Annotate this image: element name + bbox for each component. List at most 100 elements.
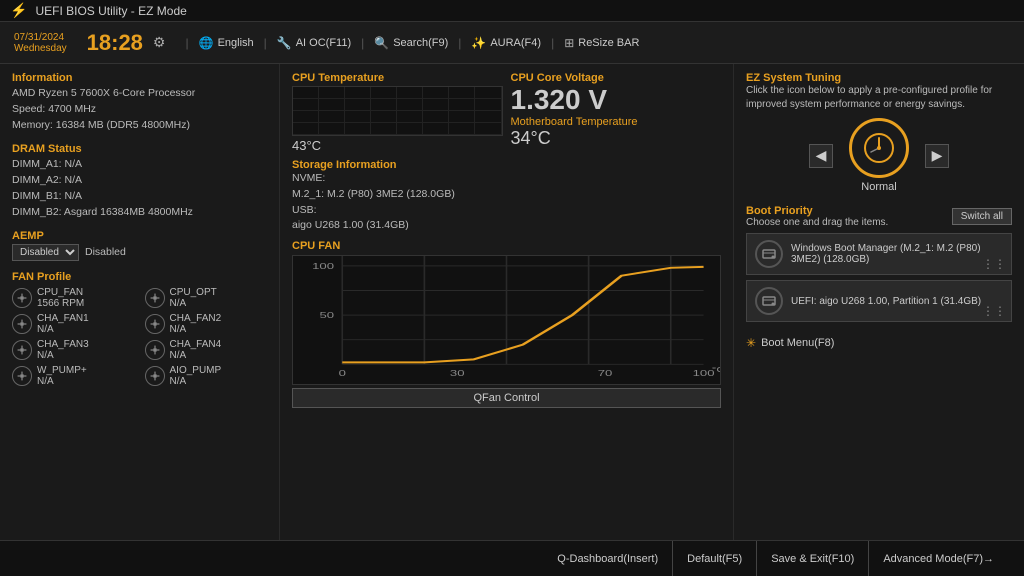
divider: |: [361, 36, 364, 50]
cpu-temp-chart: [292, 86, 503, 136]
svg-text:0: 0: [339, 370, 346, 379]
fan-item: CHA_FAN4 N/A: [145, 339, 268, 361]
boot-menu-star-icon: ✳: [746, 336, 756, 350]
memory-info: Memory: 16384 MB (DDR5 4800MHz): [12, 118, 267, 134]
boot-menu-label: Boot Menu(F8): [761, 337, 834, 349]
ez-next-button[interactable]: ▶: [925, 144, 949, 168]
aura-button[interactable]: ✨ AURA(F4): [471, 36, 541, 50]
fan-rpm: 1566 RPM: [37, 298, 84, 309]
ai-oc-label: AI OC(F11): [296, 37, 351, 49]
fan-item: CHA_FAN2 N/A: [145, 313, 268, 335]
mb-temp-value: 34°C: [511, 128, 722, 149]
q-dashboard-button[interactable]: Q-Dashboard(Insert): [543, 541, 673, 576]
cpu-voltage-label: CPU Core Voltage: [511, 72, 722, 84]
fan-icon: [145, 340, 165, 360]
boot-item-1-dots: ⋮⋮: [982, 257, 1006, 271]
fan-rpm: N/A: [37, 324, 89, 335]
svg-text:70: 70: [598, 370, 613, 379]
gauge-icon[interactable]: [849, 118, 909, 178]
cpu-temp-section: CPU Temperature: [292, 72, 503, 153]
day-display: Wednesday: [14, 43, 67, 54]
default-button[interactable]: Default(F5): [673, 541, 757, 576]
fan-item: W_PUMP+ N/A: [12, 365, 135, 387]
aemp-select[interactable]: Disabled: [12, 244, 79, 261]
fan-profile-title: FAN Profile: [12, 271, 267, 283]
boot-item-1[interactable]: Windows Boot Manager (M.2_1: M.2 (P80) 3…: [746, 233, 1012, 275]
information-section: Information AMD Ryzen 5 7600X 6-Core Pro…: [12, 72, 267, 133]
speedometer-icon: [861, 130, 897, 166]
divider: |: [264, 36, 267, 50]
fan-item: CPU_OPT N/A: [145, 287, 268, 309]
cpu-temp-value: 43°C: [292, 138, 321, 153]
fan-name: CPU_OPT: [170, 287, 217, 298]
fan-name: CPU_FAN: [37, 287, 84, 298]
fan-rpm: N/A: [170, 376, 222, 387]
switch-all-button[interactable]: Switch all: [952, 208, 1012, 225]
storage-label: Storage Information: [292, 159, 721, 171]
fan-name: W_PUMP+: [37, 365, 87, 376]
cpu-fan-section: CPU FAN 100 50: [292, 240, 721, 532]
cpu-voltage-value: 1.320 V: [511, 84, 608, 115]
fan-rpm: N/A: [170, 350, 222, 361]
fan-item: CHA_FAN3 N/A: [12, 339, 135, 361]
nvme-value: M.2_1: M.2 (P80) 3ME2 (128.0GB): [292, 187, 721, 203]
boot-priority-header: Boot Priority Choose one and drag the it…: [746, 205, 1012, 228]
right-panel: EZ System Tuning Click the icon below to…: [734, 64, 1024, 540]
ai-oc-button[interactable]: 🔧 AI OC(F11): [277, 36, 351, 50]
fan-name: CHA_FAN3: [37, 339, 89, 350]
ez-prev-button[interactable]: ◀: [809, 144, 833, 168]
language-selector[interactable]: 🌐 English: [199, 36, 254, 50]
fan-name: CHA_FAN2: [170, 313, 222, 324]
boot-item-2-text: UEFI: aigo U268 1.00, Partition 1 (31.4G…: [791, 296, 1003, 307]
fan-icon: [12, 288, 32, 308]
aemp-title: AEMP: [12, 230, 267, 242]
nvme-label: NVME:: [292, 171, 721, 187]
search-label: Search(F9): [393, 37, 448, 49]
cpu-voltage-section: CPU Core Voltage 1.320 V Motherboard Tem…: [511, 72, 722, 153]
app-title: UEFI BIOS Utility - EZ Mode: [35, 4, 186, 18]
ez-tuning-title: EZ System Tuning: [746, 72, 1012, 84]
globe-icon: 🌐: [199, 36, 214, 50]
fan-icon: [145, 314, 165, 334]
search-button[interactable]: 🔍 Search(F9): [374, 36, 448, 50]
fan-name: CHA_FAN4: [170, 339, 222, 350]
svg-text:30: 30: [450, 370, 465, 379]
boot-item-2-dots: ⋮⋮: [982, 304, 1006, 318]
advanced-mode-label: Advanced Mode(F7)→: [883, 553, 994, 565]
settings-icon[interactable]: ⚙: [153, 34, 166, 51]
aemp-row: Disabled Disabled: [12, 244, 267, 261]
divider: |: [185, 36, 188, 50]
boot-menu-button[interactable]: ✳ Boot Menu(F8): [746, 334, 1012, 352]
language-label: English: [218, 37, 254, 49]
mid-top: CPU Temperature: [292, 72, 721, 153]
aura-icon: ✨: [471, 36, 486, 50]
fan-name: CHA_FAN1: [37, 313, 89, 324]
fan-icon: [12, 314, 32, 334]
fan-name: AIO_PUMP: [170, 365, 222, 376]
usb-label: USB:: [292, 203, 721, 219]
save-exit-button[interactable]: Save & Exit(F10): [757, 541, 869, 576]
divider: |: [458, 36, 461, 50]
svg-text:50: 50: [319, 311, 334, 320]
resize-bar-button[interactable]: ⊞ ReSize BAR: [564, 36, 639, 50]
fan-rpm: N/A: [37, 350, 89, 361]
search-icon: 🔍: [374, 36, 389, 50]
ai-oc-icon: 🔧: [277, 36, 292, 50]
dram-section: DRAM Status DIMM_A1: N/A DIMM_A2: N/A DI…: [12, 143, 267, 220]
qfan-control-button[interactable]: QFan Control: [292, 388, 721, 408]
fan-rpm: N/A: [170, 298, 217, 309]
boot-priority-header-left: Boot Priority Choose one and drag the it…: [746, 205, 888, 228]
mid-panel: CPU Temperature: [280, 64, 734, 540]
dimm-a2: DIMM_A2: N/A: [12, 173, 267, 189]
boot-item-2[interactable]: UEFI: aigo U268 1.00, Partition 1 (31.4G…: [746, 280, 1012, 322]
dram-title: DRAM Status: [12, 143, 267, 155]
boot-item-1-text: Windows Boot Manager (M.2_1: M.2 (P80) 3…: [791, 243, 1003, 265]
fan-icon: [145, 288, 165, 308]
ez-tuning-section: EZ System Tuning Click the icon below to…: [746, 72, 1012, 199]
resize-icon: ⊞: [564, 36, 574, 50]
main-content: Information AMD Ryzen 5 7600X 6-Core Pro…: [0, 64, 1024, 540]
advanced-mode-button[interactable]: Advanced Mode(F7)→: [869, 541, 1008, 576]
fan-profile-section: FAN Profile CPU_FAN 1566 RPM: [12, 271, 267, 387]
boot-disk-icon-2: [755, 287, 783, 315]
ez-tuning-controls: ◀ Normal ▶: [746, 112, 1012, 199]
